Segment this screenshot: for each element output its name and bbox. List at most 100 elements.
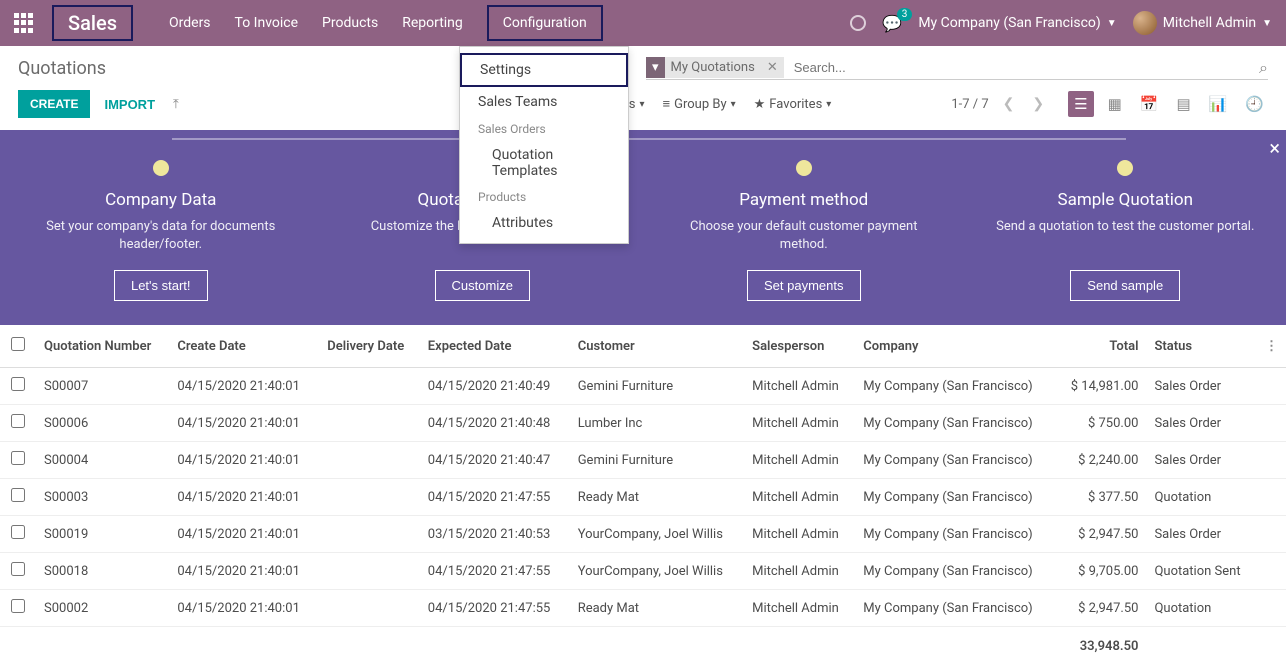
menu-products[interactable]: Products	[322, 7, 378, 39]
cell-options	[1257, 442, 1286, 479]
col-company[interactable]: Company	[855, 325, 1056, 368]
row-checkbox[interactable]	[11, 377, 25, 391]
company-label: My Company (San Francisco)	[918, 15, 1100, 31]
cell-create: 04/15/2020 21:40:01	[169, 590, 319, 627]
col-status[interactable]: Status	[1146, 325, 1257, 368]
table-row[interactable]: S0000604/15/2020 21:40:0104/15/2020 21:4…	[0, 405, 1286, 442]
app-brand[interactable]: Sales	[52, 5, 133, 41]
menu-configuration[interactable]: Configuration	[487, 5, 603, 41]
menu-orders[interactable]: Orders	[169, 7, 211, 39]
caret-down-icon: ▾	[639, 99, 644, 110]
cell-company: My Company (San Francisco)	[855, 516, 1056, 553]
cell-company: My Company (San Francisco)	[855, 553, 1056, 590]
cell-status: Sales Order	[1146, 405, 1257, 442]
menu-to-invoice[interactable]: To Invoice	[235, 7, 299, 39]
import-button[interactable]: IMPORT	[104, 97, 155, 112]
onboard-step-button[interactable]: Customize	[435, 270, 530, 301]
col-salesperson[interactable]: Salesperson	[744, 325, 855, 368]
cell-options	[1257, 405, 1286, 442]
search-icon[interactable]: ⌕	[1259, 58, 1268, 78]
view-kanban-icon[interactable]: ▦	[1104, 91, 1126, 117]
table-row[interactable]: S0001804/15/2020 21:40:0104/15/2020 21:4…	[0, 553, 1286, 590]
onboard-step-button[interactable]: Set payments	[747, 270, 861, 301]
table-row[interactable]: S0000704/15/2020 21:40:0104/15/2020 21:4…	[0, 368, 1286, 405]
onboard-dot	[796, 160, 812, 176]
activity-icon[interactable]	[850, 15, 866, 31]
cell-number: S00003	[36, 479, 169, 516]
table-row[interactable]: S0001904/15/2020 21:40:0103/15/2020 21:4…	[0, 516, 1286, 553]
col-expected[interactable]: Expected Date	[420, 325, 570, 368]
dd-settings[interactable]: Settings	[460, 53, 628, 87]
col-delivery[interactable]: Delivery Date	[319, 325, 420, 368]
col-create[interactable]: Create Date	[169, 325, 319, 368]
avatar	[1133, 11, 1157, 35]
user-menu[interactable]: Mitchell Admin▼	[1133, 11, 1272, 35]
top-navbar: Sales Orders To Invoice Products Reporti…	[0, 0, 1286, 46]
row-checkbox[interactable]	[11, 562, 25, 576]
select-all-checkbox[interactable]	[11, 337, 25, 351]
onboard-step-button[interactable]: Let's start!	[114, 270, 208, 301]
onboard-step: Payment method Choose your default custom…	[674, 160, 934, 301]
topbar-right: 💬3 My Company (San Francisco) ▼ Mitchell …	[850, 11, 1272, 35]
row-checkbox[interactable]	[11, 599, 25, 613]
col-options[interactable]: ⋮	[1257, 325, 1286, 368]
apps-icon[interactable]	[14, 13, 34, 33]
row-checkbox[interactable]	[11, 488, 25, 502]
table-row[interactable]: S0000204/15/2020 21:40:01 04/15/2020 21:4…	[0, 590, 1286, 627]
dd-attributes[interactable]: Attributes	[460, 209, 628, 237]
row-checkbox[interactable]	[11, 414, 25, 428]
cell-customer: YourCompany, Joel Willis	[570, 516, 744, 553]
filter-chip-remove[interactable]: ✕	[761, 57, 784, 78]
cell-salesperson: Mitchell Admin	[744, 405, 855, 442]
view-graph-icon[interactable]: 📊	[1205, 91, 1232, 117]
dd-quotation-templates[interactable]: Quotation Templates	[460, 141, 628, 185]
control-bar-2: CREATE IMPORT ⤒ ▾Filters ▾ ≡Group By ▾ ★…	[0, 80, 1286, 130]
search-input[interactable]	[790, 56, 1253, 79]
upload-icon[interactable]: ⤒	[173, 97, 179, 112]
row-checkbox[interactable]	[11, 451, 25, 465]
cell-delivery	[319, 590, 420, 627]
favorites-button[interactable]: ★Favorites ▾	[754, 97, 832, 112]
favorites-label: Favorites	[769, 97, 822, 112]
table-row[interactable]: S0000404/15/2020 21:40:0104/15/2020 21:4…	[0, 442, 1286, 479]
messaging-icon[interactable]: 💬3	[882, 14, 902, 33]
onboard-step-title: Payment method	[674, 190, 934, 210]
onboard-dot	[1117, 160, 1133, 176]
cell-expected: 04/15/2020 21:47:55	[420, 590, 570, 627]
dd-header-sales-orders: Sales Orders	[460, 117, 628, 141]
row-checkbox[interactable]	[11, 525, 25, 539]
menu-reporting[interactable]: Reporting	[402, 7, 463, 39]
onboard-step-button[interactable]: Send sample	[1070, 270, 1180, 301]
pager-range[interactable]: 1-7 / 7	[951, 97, 988, 112]
onboard-close-button[interactable]: ×	[1263, 136, 1286, 160]
groupby-button[interactable]: ≡Group By ▾	[663, 96, 736, 112]
cell-expected: 04/15/2020 21:40:47	[420, 442, 570, 479]
filter-icon: ▾	[646, 57, 665, 78]
cell-options	[1257, 553, 1286, 590]
onboard-step-desc: Choose your default customer payment met…	[674, 218, 934, 254]
pager-next[interactable]: ❯	[1028, 96, 1048, 112]
page-title: Quotations	[18, 58, 106, 79]
cell-number: S00002	[36, 590, 169, 627]
caret-down-icon: ▾	[826, 99, 831, 110]
view-pivot-icon[interactable]: ▤	[1172, 91, 1194, 117]
col-number[interactable]: Quotation Number	[36, 325, 169, 368]
col-customer[interactable]: Customer	[570, 325, 744, 368]
onboard-step-desc: Send a quotation to test the customer po…	[995, 218, 1255, 254]
col-total[interactable]: Total	[1056, 325, 1147, 368]
onboard-step: Sample Quotation Send a quotation to test…	[995, 160, 1255, 301]
view-activity-icon[interactable]: 🕘	[1241, 91, 1268, 117]
onboarding-banner: × Company DataSet your company's data fo…	[0, 130, 1286, 325]
onboard-step-title: Sample Quotation	[995, 190, 1255, 210]
company-switcher[interactable]: My Company (San Francisco) ▼	[918, 15, 1116, 31]
create-button[interactable]: CREATE	[18, 90, 90, 118]
table-row[interactable]: S0000304/15/2020 21:40:0104/15/2020 21:4…	[0, 479, 1286, 516]
star-icon: ★	[754, 97, 766, 112]
cell-options	[1257, 479, 1286, 516]
cell-create: 04/15/2020 21:40:01	[169, 516, 319, 553]
pager-prev[interactable]: ❮	[999, 96, 1019, 112]
view-calendar-icon[interactable]: 📅	[1136, 91, 1163, 117]
dd-sales-teams[interactable]: Sales Teams	[460, 87, 628, 117]
caret-down-icon: ▼	[1107, 18, 1117, 29]
view-list-icon[interactable]: ☰	[1068, 91, 1093, 117]
